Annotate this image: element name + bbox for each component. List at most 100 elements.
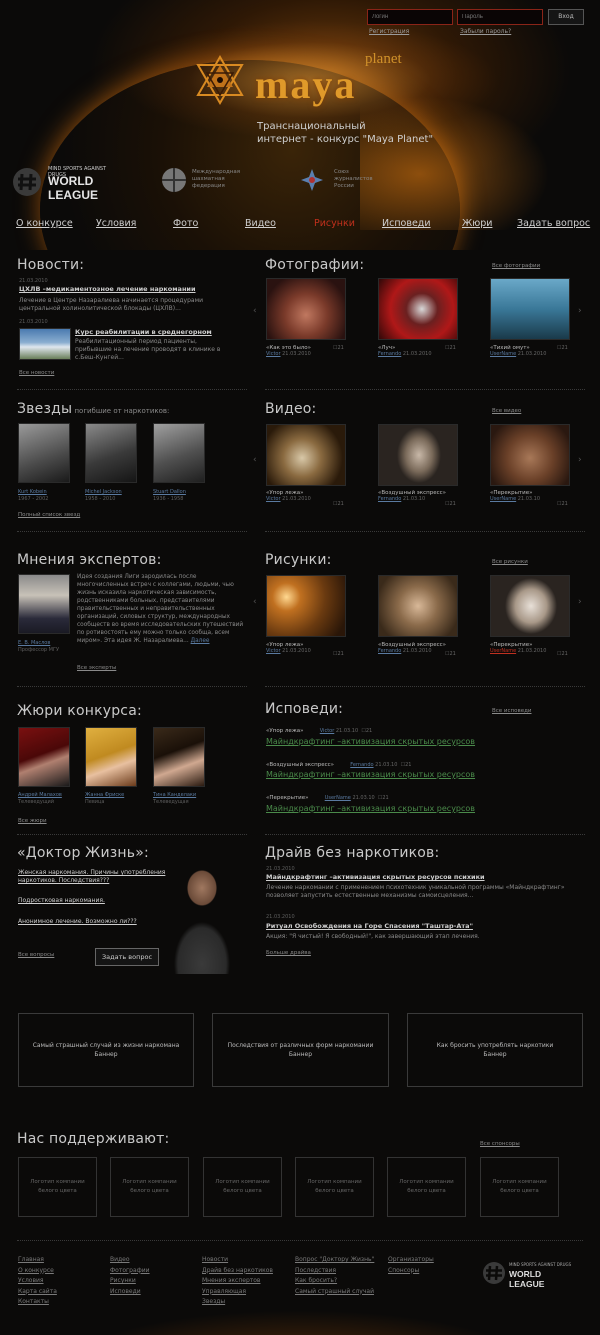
nav-conditions[interactable]: Условия: [96, 218, 136, 229]
banner[interactable]: Последствия от различных форм наркомании…: [212, 1013, 389, 1087]
nav-drawings[interactable]: Рисунки: [314, 218, 355, 229]
confession-link[interactable]: Майндкрафтинг –активизация скрытых ресур…: [266, 737, 475, 746]
photo-thumb[interactable]: [266, 278, 346, 340]
news-headline[interactable]: Курс реабилитации в среднегорном: [75, 328, 212, 336]
footer-link[interactable]: Звезды: [202, 1297, 273, 1308]
more-drive-link[interactable]: Больше драйва: [266, 950, 311, 956]
all-confessions-link[interactable]: Все исповеди: [492, 708, 532, 714]
star-photo[interactable]: [85, 423, 137, 483]
prev-arrow-icon[interactable]: ‹: [253, 455, 257, 465]
footer-link[interactable]: Главная: [18, 1255, 57, 1266]
footer-link[interactable]: Драйв без наркотиков: [202, 1266, 273, 1277]
doctor-question-link[interactable]: Подростковая наркомания.: [18, 897, 105, 904]
sponsor-logo[interactable]: Логотип компании белого цвета: [18, 1157, 97, 1217]
next-arrow-icon[interactable]: ›: [578, 597, 582, 607]
footer-link[interactable]: Вопрос "Доктору Жизнь": [295, 1255, 374, 1266]
jury-photo[interactable]: [18, 727, 70, 787]
footer-link[interactable]: Исповеди: [110, 1287, 150, 1298]
all-stars-link[interactable]: Полный список звезд: [18, 512, 80, 518]
sponsor-logo[interactable]: Логотип компании белого цвета: [387, 1157, 466, 1217]
nav-jury[interactable]: Жюри: [462, 218, 492, 229]
drawing-thumb[interactable]: [378, 575, 458, 637]
next-arrow-icon[interactable]: ›: [578, 455, 582, 465]
footer-link[interactable]: Рисунки: [110, 1276, 150, 1287]
banner[interactable]: Самый страшный случай из жизни наркомана…: [18, 1013, 194, 1087]
footer-link[interactable]: Контакты: [18, 1297, 57, 1308]
nav-ask-question[interactable]: Задать вопрос: [517, 218, 590, 229]
footer-link[interactable]: Как бросить?: [295, 1276, 374, 1287]
doctor-question-link[interactable]: Женская наркомания. Причины употребления…: [18, 869, 168, 885]
next-arrow-icon[interactable]: ›: [578, 306, 582, 316]
stars-title: Звезды: [17, 401, 73, 417]
doctor-photo: [162, 864, 242, 974]
all-sponsors-link[interactable]: Все спонсоры: [480, 1141, 520, 1147]
all-jury-link[interactable]: Все жюри: [18, 818, 47, 824]
drive-date: 21.03.2010: [266, 866, 295, 872]
prev-arrow-icon[interactable]: ‹: [253, 306, 257, 316]
footer-link[interactable]: Видео: [110, 1255, 150, 1266]
photo-thumb[interactable]: [378, 278, 458, 340]
footer-link[interactable]: Последствия: [295, 1266, 374, 1277]
footer-link[interactable]: Организаторы: [388, 1255, 434, 1266]
confession-link[interactable]: Майндкрафтинг –активизация скрытых ресур…: [266, 804, 475, 813]
jury-photo[interactable]: [153, 727, 205, 787]
partner-journalists-union[interactable]: Союз журналистов России: [300, 166, 410, 196]
expert-more-link[interactable]: Далее: [191, 638, 210, 644]
partner-world-league[interactable]: MIND SPORTS AGAINST DRUGS WORLD LEAGUE: [12, 166, 122, 202]
photo-item-meta: «Как это было» Victor 21.03.2010: [266, 345, 312, 357]
forgot-password-link[interactable]: Забыли пароль?: [460, 28, 511, 35]
doctor-question-link[interactable]: Анонимное лечение. Возможно ли???: [18, 918, 137, 925]
login-field[interactable]: [367, 9, 453, 25]
partner-chess-federation[interactable]: Международная шахматная федерация: [160, 166, 270, 196]
star-photo[interactable]: [18, 423, 70, 483]
sponsor-logo[interactable]: Логотип компании белого цвета: [295, 1157, 374, 1217]
sponsor-logo[interactable]: Логотип компании белого цвета: [110, 1157, 189, 1217]
footer-link[interactable]: Условия: [18, 1276, 57, 1287]
star-photo[interactable]: [153, 423, 205, 483]
sponsor-logo[interactable]: Логотип компании белого цвета: [203, 1157, 282, 1217]
video-thumb[interactable]: [490, 424, 570, 486]
jury-photo[interactable]: [85, 727, 137, 787]
register-link[interactable]: Регистрация: [369, 28, 409, 35]
news-headline[interactable]: ЦХЛВ –медикаментозное лечение наркомании: [19, 285, 196, 293]
news-mountain-image[interactable]: [19, 328, 71, 360]
footer-link[interactable]: Мнения экспертов: [202, 1276, 273, 1287]
nav-photo[interactable]: Фото: [173, 218, 198, 229]
drive-headline[interactable]: Майндкрафтинг –активизация скрытых ресур…: [266, 873, 485, 881]
ask-question-button[interactable]: Задать вопрос: [95, 948, 159, 966]
drawing-thumb[interactable]: [266, 575, 346, 637]
nav-video[interactable]: Видео: [245, 218, 276, 229]
video-thumb[interactable]: [266, 424, 346, 486]
footer-link[interactable]: Самый страшный случай: [295, 1287, 374, 1298]
login-button[interactable]: Вход: [548, 9, 584, 25]
footer-col: Главная О конкурсе Условия Карта сайта К…: [18, 1255, 57, 1308]
password-field[interactable]: [457, 9, 543, 25]
footer-link[interactable]: Новости: [202, 1255, 273, 1266]
drawing-thumb[interactable]: [490, 575, 570, 637]
footer-link[interactable]: Спонсоры: [388, 1266, 434, 1277]
footer-link[interactable]: О конкурсе: [18, 1266, 57, 1277]
all-experts-link[interactable]: Все эксперты: [77, 665, 116, 671]
footer-col: Организаторы Спонсоры: [388, 1255, 434, 1276]
divider: [17, 686, 247, 687]
nav-about[interactable]: О конкурсе: [16, 218, 73, 229]
video-thumb[interactable]: [378, 424, 458, 486]
sponsor-logo[interactable]: Логотип компании белого цвета: [480, 1157, 559, 1217]
prev-arrow-icon[interactable]: ‹: [253, 597, 257, 607]
all-photos-link[interactable]: Все фотографии: [492, 263, 540, 269]
all-drawings-link[interactable]: Все рисунки: [492, 559, 528, 565]
footer-link[interactable]: Управляющая: [202, 1287, 273, 1298]
photo-thumb[interactable]: [490, 278, 570, 340]
banner[interactable]: Как бросить употреблять наркотики Баннер: [407, 1013, 583, 1087]
all-questions-link[interactable]: Все вопросы: [18, 952, 54, 958]
drive-headline[interactable]: Ритуал Освобождения на Горе Спасения "Та…: [266, 922, 473, 930]
footer-link[interactable]: Фотографии: [110, 1266, 150, 1277]
all-videos-link[interactable]: Все видео: [492, 408, 521, 414]
confession-link[interactable]: Майндкрафтинг –активизация скрытых ресур…: [266, 770, 475, 779]
footer-world-league-logo[interactable]: MIND SPORTS AGAINST DRUGS WORLD LEAGUE: [482, 1261, 572, 1289]
nav-confessions[interactable]: Исповеди: [382, 218, 431, 229]
all-news-link[interactable]: Все новости: [19, 370, 54, 376]
expert-photo[interactable]: [18, 574, 70, 634]
footer-link[interactable]: Карта сайта: [18, 1287, 57, 1298]
comment-count: ☐21: [445, 651, 456, 657]
